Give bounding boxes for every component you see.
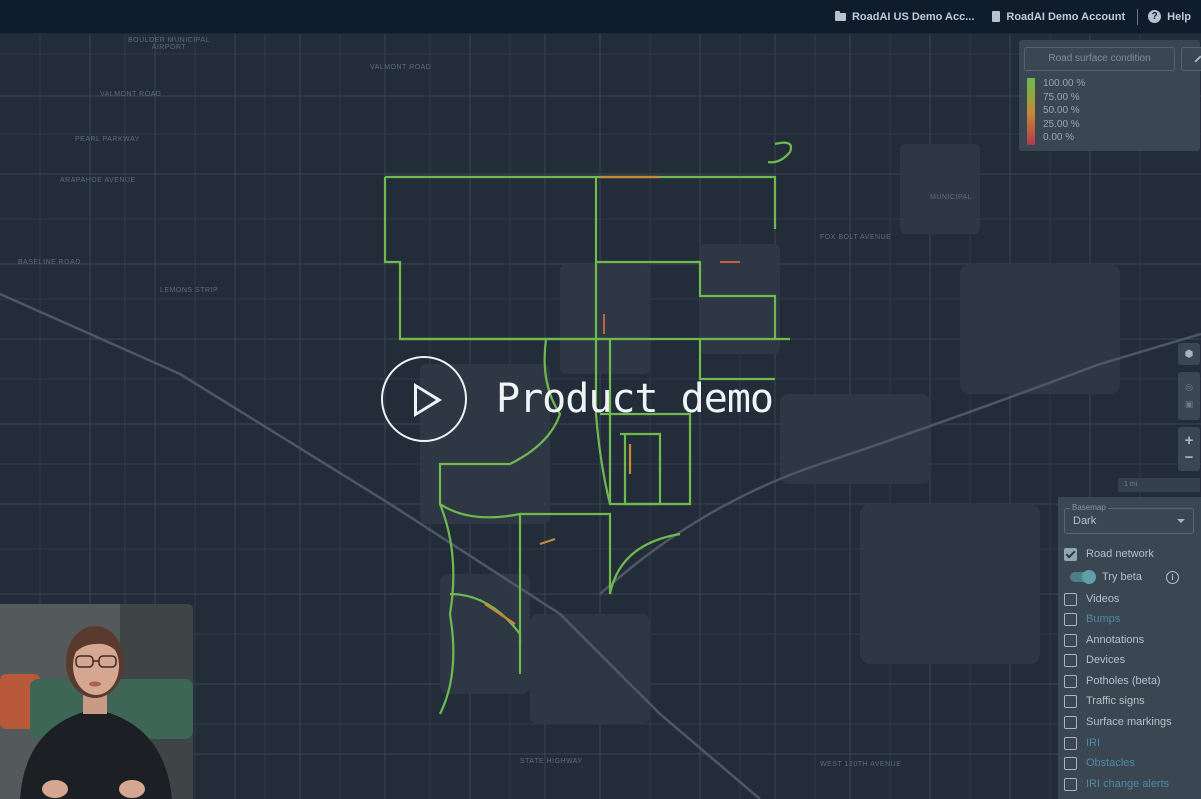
scale-bar: 1 mi (1118, 478, 1200, 492)
account-icon (992, 11, 1001, 22)
layer-try-beta[interactable]: Try beta i (1064, 567, 1194, 587)
layer-surface-markings[interactable]: Surface markings (1064, 712, 1172, 732)
checkbox-videos[interactable] (1064, 592, 1077, 606)
checkbox-surface-markings[interactable] (1064, 715, 1077, 729)
presenter-image (0, 604, 193, 799)
layer-label: Videos (1086, 593, 1120, 605)
basemap-label: Basemap (1070, 503, 1108, 512)
map-label-valmont-2: VALMONT ROAD (100, 91, 162, 98)
checkbox-obstacles[interactable] (1064, 756, 1077, 770)
chevron-down-icon (1177, 519, 1185, 523)
checkbox-potholes[interactable] (1064, 674, 1077, 688)
checkbox-traffic-signs[interactable] (1064, 694, 1077, 708)
locate-icon[interactable]: ◎ (1185, 382, 1193, 393)
map-label-municipal: MUNICIPAL (930, 194, 973, 201)
layer-videos[interactable]: Videos (1064, 589, 1119, 609)
try-beta-toggle[interactable] (1070, 570, 1096, 584)
play-icon-inner (417, 388, 436, 412)
layer-label: Annotations (1086, 634, 1145, 646)
layer-label: Devices (1086, 654, 1126, 666)
basemap-value: Dark (1073, 515, 1097, 527)
top-bar: RoadAI US Demo Acc... RoadAI Demo Accoun… (0, 0, 1201, 34)
checkbox-devices[interactable] (1064, 653, 1077, 667)
help-button[interactable]: ? Help (1148, 10, 1191, 23)
help-label: Help (1167, 10, 1191, 23)
workspace-selector[interactable]: RoadAI US Demo Acc... (834, 10, 975, 23)
topbar-divider (1137, 8, 1139, 25)
map-label-fox-bolt: FOX BOLT AVENUE (820, 234, 892, 241)
layers-panel: Basemap Dark Road network Try beta i Vid… (1058, 497, 1201, 799)
layer-label: Surface markings (1086, 716, 1172, 728)
layer-label: IRI (1086, 737, 1101, 749)
metric-button[interactable]: Road surface condition (1024, 47, 1175, 71)
condition-legend: Road surface condition 100.00 % 75.00 % … (1019, 40, 1201, 151)
zoom-out-button[interactable]: − (1185, 449, 1194, 466)
legend-color-ramp (1027, 78, 1035, 145)
checkbox-bumps[interactable] (1064, 612, 1077, 626)
map-label-lemons: LEMONS STRIP (160, 287, 219, 294)
tool-buttons: ◎ ▣ (1178, 372, 1200, 420)
layer-obstacles[interactable]: Obstacles (1064, 753, 1135, 773)
layer-label: Road network (1086, 548, 1154, 560)
layer-iri-change-alerts[interactable]: IRI change alerts (1064, 774, 1169, 794)
folder-icon (834, 10, 846, 21)
zoom-controls: + − (1178, 427, 1200, 471)
layer-label: Try beta (1102, 571, 1142, 583)
checkbox-iri-change-alerts[interactable] (1064, 777, 1077, 791)
legend-stop: 100.00 % (1043, 78, 1086, 89)
map-label-airport: BOULDER MUNICIPAL AIRPORT (128, 37, 210, 51)
legend-stop: 75.00 % (1043, 91, 1080, 103)
hexagon-icon: ⬢ (1184, 348, 1194, 360)
legend-stop: 25.00 % (1043, 118, 1080, 130)
info-icon[interactable]: i (1166, 570, 1179, 584)
layer-label: Bumps (1086, 613, 1121, 625)
account-selector[interactable]: RoadAI Demo Account (992, 11, 1125, 23)
workspace-label: RoadAI US Demo Acc... (851, 10, 975, 23)
layer-potholes[interactable]: Potholes (beta) (1064, 671, 1161, 691)
trash-icon[interactable]: ▣ (1185, 399, 1194, 410)
checkbox-road-network[interactable] (1064, 547, 1077, 561)
layers-control-button[interactable]: ⬢ (1178, 343, 1200, 365)
map-label-baseline: BASELINE ROAD (18, 259, 81, 266)
account-label: RoadAI Demo Account (1006, 10, 1126, 23)
layer-iri[interactable]: IRI (1064, 733, 1100, 753)
checkbox-iri[interactable] (1064, 736, 1077, 750)
overlay-title: Product demo (496, 376, 774, 422)
checkbox-annotations[interactable] (1064, 633, 1077, 647)
zoom-in-button[interactable]: + (1185, 432, 1194, 449)
layer-annotations[interactable]: Annotations (1064, 630, 1144, 650)
map-label-west-120th: WEST 120TH AVENUE (820, 761, 902, 768)
map-label-valmont: VALMONT ROAD (370, 64, 432, 71)
pencil-icon (1193, 55, 1201, 63)
presenter-video (0, 604, 193, 799)
layer-traffic-signs[interactable]: Traffic signs (1064, 691, 1145, 711)
legend-labels: 100.00 % 75.00 % 50.00 % 25.00 % 0.00 % (1043, 77, 1085, 145)
edit-legend-button[interactable] (1181, 47, 1201, 71)
layer-label: Obstacles (1086, 757, 1135, 769)
legend-stop: 0.00 % (1043, 132, 1075, 143)
layer-label: IRI change alerts (1086, 778, 1170, 790)
map-label-pearl: PEARL PARKWAY (75, 136, 140, 143)
layer-devices[interactable]: Devices (1064, 650, 1125, 670)
layer-bumps[interactable]: Bumps (1064, 609, 1120, 629)
help-icon: ? (1148, 10, 1162, 23)
map-label-state-highway: STATE HIGHWAY (520, 758, 583, 765)
layer-road-network[interactable]: Road network (1064, 544, 1154, 564)
map-label-arapahoe: ARAPAHOE AVENUE (60, 177, 136, 184)
neighborhood-blocks (420, 144, 1120, 724)
legend-stop: 50.00 % (1043, 105, 1080, 116)
layer-label: Potholes (beta) (1086, 675, 1161, 687)
layer-label: Traffic signs (1086, 695, 1145, 707)
play-button[interactable] (381, 356, 467, 442)
